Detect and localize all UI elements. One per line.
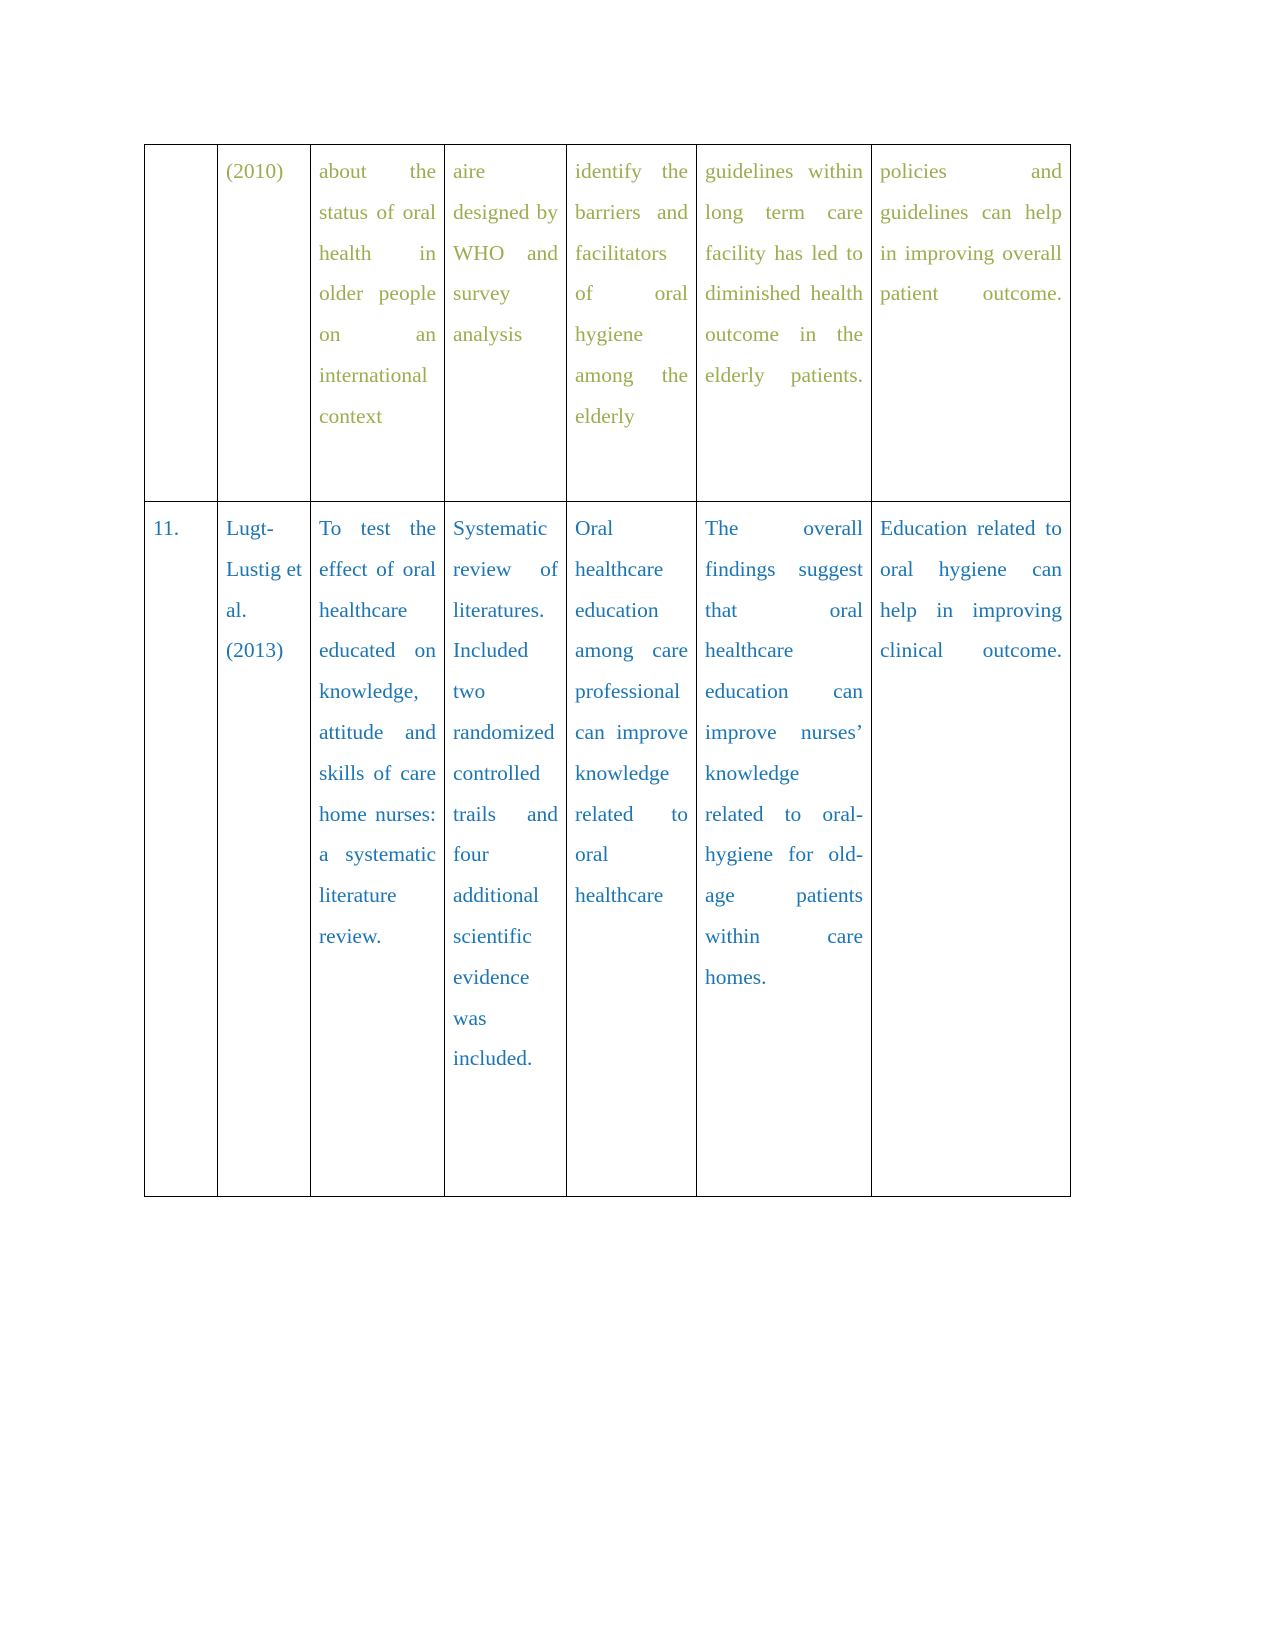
document-page: (2010) about the status of oral health i… <box>0 0 1275 1650</box>
cell-text: Education related to oral hygiene can he… <box>880 516 1062 663</box>
cell-key-findings: identify the barriers and facilitators o… <box>566 144 697 502</box>
cell-text: Oral healthcare education among care pro… <box>575 516 688 908</box>
table-row: 11. Lugt-Lustig et al. (2013) To test th… <box>144 501 1071 1197</box>
cell-conclusion: policies and guidelines can help in impr… <box>871 144 1071 502</box>
cell-text: The overall findings suggest that oral h… <box>705 516 863 989</box>
cell-text: identify the barriers and facilitators o… <box>575 159 688 428</box>
cell-text: policies and guidelines can help in impr… <box>880 159 1062 306</box>
cell-aim: about the status of oral health in older… <box>310 144 445 502</box>
cell-conclusion: Education related to oral hygiene can he… <box>871 501 1071 1197</box>
cell-text: guidelines within long term care facilit… <box>705 159 863 387</box>
cell-discussion: guidelines within long term care facilit… <box>696 144 872 502</box>
cell-text: Systematic review of literatures. Includ… <box>453 516 558 1071</box>
cell-key-findings: Oral healthcare education among care pro… <box>566 501 697 1197</box>
cell-text: To test the effect of oral healthcare ed… <box>319 516 436 948</box>
cell-text: about the status of oral health in older… <box>319 159 436 428</box>
cell-discussion: The overall findings suggest that oral h… <box>696 501 872 1197</box>
cell-author-year: (2010) <box>217 144 311 502</box>
cell-aim: To test the effect of oral healthcare ed… <box>310 501 445 1197</box>
cell-text: Lugt-Lustig et al. (2013) <box>226 516 302 663</box>
literature-review-table: (2010) about the status of oral health i… <box>144 144 1071 1197</box>
cell-author-year: Lugt-Lustig et al. (2013) <box>217 501 311 1197</box>
cell-methodology: aire designed by WHO and survey analysis <box>444 144 567 502</box>
cell-text: aire designed by WHO and survey analysis <box>453 159 558 347</box>
cell-methodology: Systematic review of literatures. Includ… <box>444 501 567 1197</box>
table-row: (2010) about the status of oral health i… <box>144 144 1071 502</box>
cell-serial-no <box>144 144 218 502</box>
cell-serial-no: 11. <box>144 501 218 1197</box>
cell-text: 11. <box>153 516 180 540</box>
cell-text: (2010) <box>226 159 284 183</box>
